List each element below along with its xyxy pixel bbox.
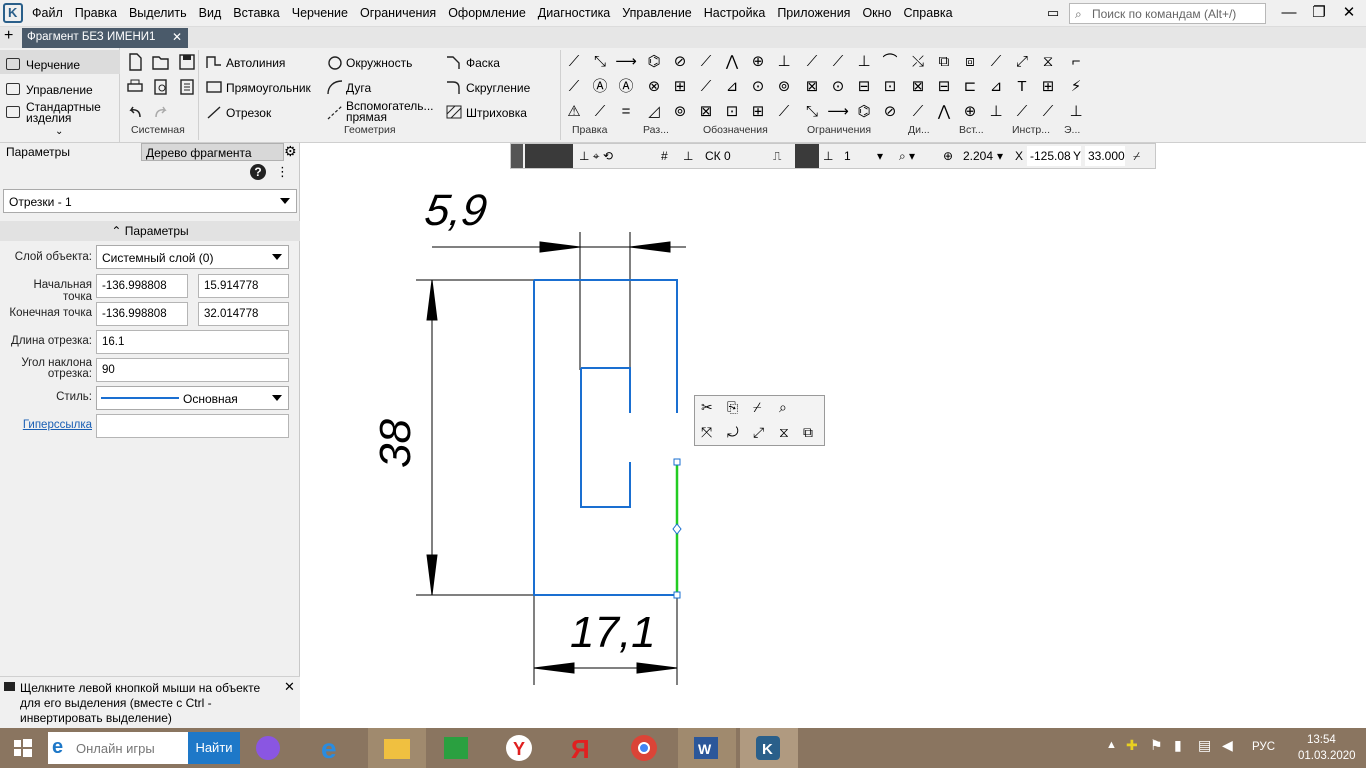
tray-expand-icon[interactable]: ▲ xyxy=(1106,739,1117,751)
network-icon[interactable]: ▤ xyxy=(1198,737,1211,754)
snap-options-icon[interactable]: ⊥ ⌖ ⟲ xyxy=(579,149,613,164)
zoom-icon[interactable]: ⌕ xyxy=(779,399,787,416)
canvas-toolbar: ⊥ ⌖ ⟲ # ⊥ СК 0 ⎍ ⊥ 1 ▾ ⌕ ▾ ⊕ 2.204 ▾ X -… xyxy=(510,143,1156,169)
language-indicator[interactable]: РУС xyxy=(1252,741,1275,753)
edge-search-icon: e xyxy=(52,736,64,758)
svg-text:K: K xyxy=(762,741,773,758)
taskbar-search-field[interactable]: e Онлайн игры xyxy=(48,732,188,764)
tray-app-icon[interactable]: ✚ xyxy=(1126,737,1138,754)
store-icon[interactable] xyxy=(428,728,486,768)
zoom-window-icon[interactable]: ⌕ ▾ xyxy=(899,149,915,164)
y-label: Y xyxy=(1073,149,1082,163)
cs-icon: ⊥ xyxy=(683,149,694,163)
taskbar-search-text: Онлайн игры xyxy=(76,741,155,756)
word-icon[interactable]: W xyxy=(678,728,736,768)
flag-icon[interactable]: ⚑ xyxy=(1150,737,1163,754)
cut-icon[interactable]: ✂ xyxy=(701,399,713,416)
svg-text:Y: Y xyxy=(513,739,525,759)
segment-mid-handle[interactable] xyxy=(672,523,682,535)
pick-point-icon[interactable]: ⌿ xyxy=(1133,149,1140,164)
grid-icon[interactable]: # xyxy=(661,149,668,163)
alice-icon[interactable] xyxy=(240,728,298,768)
kompas-taskbar-icon[interactable]: K xyxy=(740,728,798,768)
rotate-icon[interactable]: ⤾ xyxy=(727,424,739,441)
eyedropper-icon[interactable]: ⌿ xyxy=(753,399,761,416)
zoom-value[interactable]: 2.204 xyxy=(963,149,993,163)
start-button[interactable] xyxy=(0,728,46,768)
svg-text:e: e xyxy=(321,733,337,764)
find-button[interactable]: Найти xyxy=(188,732,240,764)
local-cs-icon[interactable] xyxy=(795,144,819,168)
snap-magnet-icon[interactable] xyxy=(525,144,573,168)
cs-select[interactable]: СК 0 xyxy=(705,149,731,163)
dim-text-top[interactable]: 5,9 xyxy=(422,186,490,235)
context-toolbar: ✂ ⎘ ⌿ ⌕ ⤧ ⤾ ⤢ ⧖ ⧉ xyxy=(694,395,825,446)
segment-start-handle[interactable] xyxy=(673,458,681,466)
mirror-icon[interactable]: ⧖ xyxy=(779,424,789,441)
taskbar: e Онлайн игры Найти e Y Я W K ▲ ✚ ⚑ ▮ ▤ … xyxy=(0,728,1366,768)
segment-end-handle[interactable] xyxy=(673,591,681,599)
dim-text-bottom[interactable]: 17,1 xyxy=(570,608,656,657)
svg-text:Я: Я xyxy=(571,734,590,764)
dimension-width-top[interactable] xyxy=(432,232,686,370)
zoom-scale-icon: ⊕ xyxy=(943,149,954,163)
dim-text-left[interactable]: 38 xyxy=(371,419,420,468)
chevron-down-icon[interactable]: ▾ xyxy=(997,149,1003,163)
copy-array-icon[interactable]: ⧉ xyxy=(803,424,813,441)
battery-icon[interactable]: ▮ xyxy=(1174,737,1182,754)
toolbar-grip[interactable] xyxy=(511,144,523,168)
drawing-svg: 5,9 38 17,1 xyxy=(371,186,686,685)
chrome-icon[interactable] xyxy=(615,728,673,768)
svg-text:W: W xyxy=(698,741,712,757)
volume-icon[interactable]: ◀ xyxy=(1222,737,1233,754)
copy-icon[interactable]: ⎘ xyxy=(727,399,738,416)
yandex-browser-icon[interactable]: Я xyxy=(553,728,611,768)
ie-icon[interactable]: e xyxy=(305,728,363,768)
step-select[interactable]: 1 xyxy=(844,149,851,163)
x-label: X xyxy=(1015,149,1024,163)
dimension-height[interactable] xyxy=(416,279,534,596)
move-icon[interactable]: ⤧ xyxy=(701,424,712,441)
ortho-icon[interactable]: ⎍ xyxy=(773,149,781,164)
yandex-icon[interactable]: Y xyxy=(490,728,548,768)
clock-date[interactable]: 01.03.2020 xyxy=(1298,750,1356,762)
clock-time[interactable]: 13:54 xyxy=(1307,734,1336,746)
y-coordinate-field[interactable]: 33.000 xyxy=(1085,146,1125,166)
step-icon: ⊥ xyxy=(823,149,834,163)
chevron-down-icon[interactable]: ▾ xyxy=(877,149,883,163)
explorer-icon[interactable] xyxy=(368,728,426,768)
part-contour[interactable] xyxy=(533,279,678,596)
scale-icon[interactable]: ⤢ xyxy=(753,424,764,441)
